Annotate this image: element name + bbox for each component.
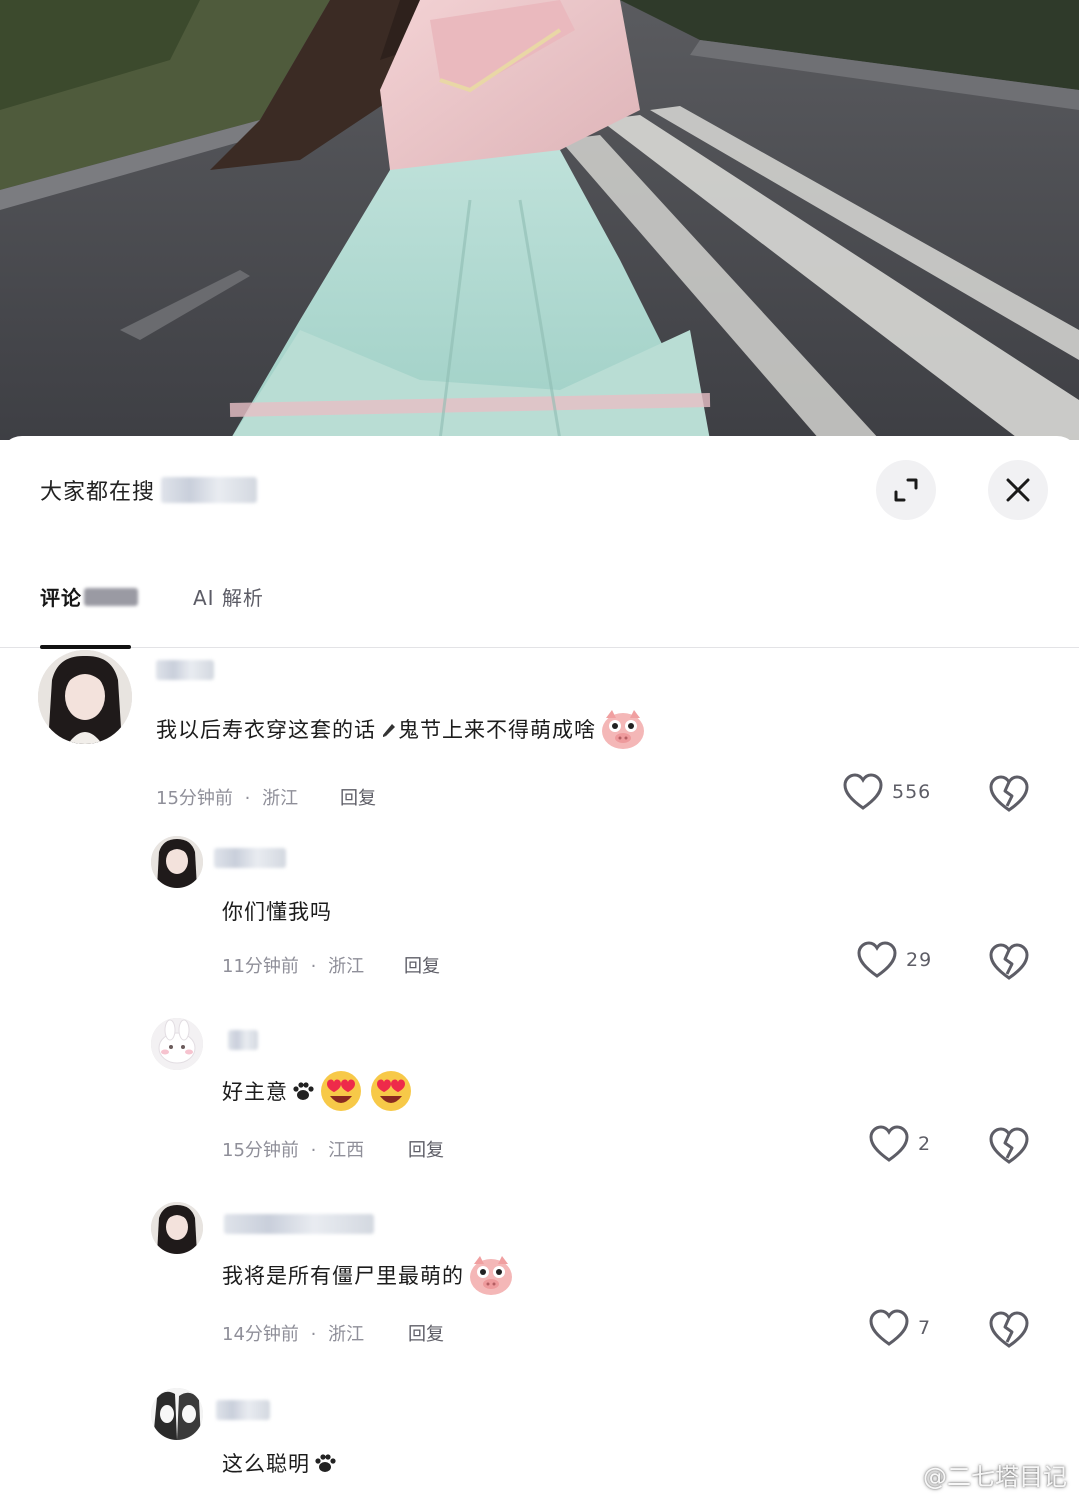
paw-emoji-icon: [293, 1082, 314, 1100]
watermark-text: @二七塔目记: [923, 1463, 1067, 1491]
comment-location: 浙江: [262, 788, 299, 809]
heart-eyes-emoji-icon: [321, 1071, 361, 1111]
comment-meta: 11分钟前 · 浙江: [222, 952, 364, 978]
comment-location: 浙江: [328, 1324, 365, 1345]
dislike-button[interactable]: [988, 1310, 1030, 1354]
like-count: 2: [918, 1133, 932, 1155]
reply-item: 我将是所有僵尸里最萌的 14分钟前 · 浙江 回复 7: [0, 1202, 1079, 1362]
like-count: 29: [906, 949, 933, 971]
username-blurred[interactable]: [228, 1030, 258, 1050]
comment-text: 我以后寿衣穿这套的话 鬼节上来不得萌成啥: [156, 708, 646, 750]
broken-heart-icon: [989, 775, 1029, 812]
reply-button[interactable]: 回复: [408, 1320, 444, 1346]
tab-comments[interactable]: 评论: [40, 582, 138, 611]
heart-icon: [869, 1125, 909, 1162]
broken-heart-icon: [989, 943, 1029, 980]
expand-button[interactable]: [876, 460, 936, 520]
comment-meta: 15分钟前 · 浙江: [156, 784, 298, 810]
blurred-comment-count: [84, 587, 138, 606]
tab-ai-label: AI 解析: [193, 586, 264, 610]
avatar[interactable]: [38, 650, 132, 744]
close-icon: [1006, 478, 1030, 502]
heart-eyes-emoji-icon: [371, 1071, 411, 1111]
comment-time: 15分钟前: [222, 1140, 299, 1161]
weibo-watermark: @二七塔目记: [885, 1457, 1067, 1492]
heart-icon: [843, 773, 883, 810]
blurred-search-term: [161, 477, 258, 503]
avatar[interactable]: [151, 1388, 203, 1440]
avatar[interactable]: [151, 1202, 203, 1254]
comment-location: 浙江: [328, 956, 365, 977]
tab-bar: 评论 AI 解析: [0, 576, 1079, 649]
pen-emoji-icon: [383, 724, 395, 737]
like-button[interactable]: 29: [856, 940, 932, 980]
expand-icon: [894, 478, 918, 502]
comment-text-part1: 我以后寿衣穿这套的话: [156, 718, 376, 742]
reply-button[interactable]: 回复: [408, 1136, 444, 1162]
reply-button[interactable]: 回复: [340, 784, 376, 810]
dislike-button[interactable]: [988, 942, 1030, 986]
broken-heart-icon: [989, 1311, 1029, 1348]
broken-heart-icon: [989, 1127, 1029, 1164]
comment-item: 我以后寿衣穿这套的话 鬼节上来不得萌成啥 15分钟前 · 浙江 回复 556: [0, 650, 1079, 820]
comment-time: 14分钟前: [222, 1324, 299, 1345]
comment-time: 11分钟前: [222, 956, 299, 977]
comment-time: 15分钟前: [156, 788, 233, 809]
heart-icon: [857, 941, 897, 978]
heart-icon: [869, 1309, 909, 1346]
avatar[interactable]: [151, 1018, 203, 1070]
like-button[interactable]: 7: [868, 1308, 931, 1348]
username-blurred[interactable]: [224, 1214, 374, 1234]
comment-location: 江西: [328, 1140, 365, 1161]
meta-separator: ·: [310, 1140, 317, 1161]
meta-separator: ·: [310, 1324, 317, 1345]
comment-text: 你们懂我吗: [222, 896, 332, 926]
weibo-logo-icon: [885, 1464, 916, 1487]
username-blurred[interactable]: [214, 848, 286, 868]
active-tab-indicator: [40, 645, 131, 649]
reply-button[interactable]: 回复: [404, 952, 440, 978]
comment-meta: 15分钟前 · 江西: [222, 1136, 364, 1162]
comment-text-content: 我将是所有僵尸里最萌的: [222, 1264, 464, 1288]
comment-text-content: 这么聪明: [222, 1452, 310, 1476]
comment-meta: 14分钟前 · 浙江: [222, 1320, 364, 1346]
pig-face-emoji-icon: [602, 710, 644, 749]
like-count: 556: [892, 781, 932, 803]
username-blurred[interactable]: [156, 660, 214, 680]
comment-text: 这么聪明: [222, 1448, 336, 1478]
search-suggestion[interactable]: 大家都在搜: [40, 474, 258, 506]
tab-ai-analysis[interactable]: AI 解析: [193, 582, 264, 611]
like-count: 7: [918, 1317, 932, 1339]
search-suggestion-label: 大家都在搜: [40, 480, 156, 505]
meta-separator: ·: [244, 788, 251, 809]
tab-comments-label: 评论: [40, 586, 82, 610]
username-blurred[interactable]: [216, 1400, 270, 1420]
comment-text-content: 好主意: [222, 1080, 288, 1104]
pig-face-emoji-icon: [470, 1256, 512, 1295]
close-button[interactable]: [988, 460, 1048, 520]
comment-text-part2: 鬼节上来不得萌成啥: [398, 718, 596, 742]
comment-sheet: 大家都在搜 评论 AI 解析 我以后寿衣穿这套的话 鬼节上来不得萌成啥 15分钟…: [0, 436, 1079, 1500]
video-photo[interactable]: [0, 0, 1079, 440]
avatar[interactable]: [151, 836, 203, 888]
dislike-button[interactable]: [988, 1126, 1030, 1170]
like-button[interactable]: 556: [842, 772, 931, 812]
meta-separator: ·: [310, 956, 317, 977]
comment-text: 好主意: [222, 1068, 414, 1114]
reply-item: 好主意 15分钟前 · 江西 回复 2: [0, 1018, 1079, 1178]
dislike-button[interactable]: [988, 774, 1030, 818]
paw-emoji-icon: [315, 1454, 336, 1472]
comment-text-content: 你们懂我吗: [222, 900, 332, 924]
comment-text: 我将是所有僵尸里最萌的: [222, 1254, 514, 1296]
like-button[interactable]: 2: [868, 1124, 931, 1164]
reply-item: 你们懂我吗 11分钟前 · 浙江 回复 29: [0, 836, 1079, 996]
